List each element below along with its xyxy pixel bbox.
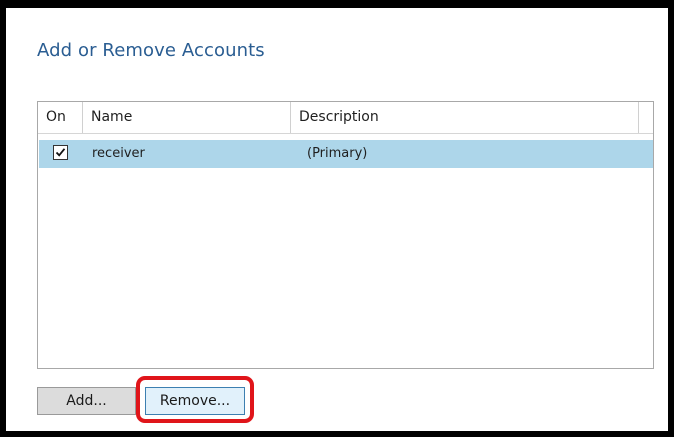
remove-button[interactable]: Remove...: [145, 387, 245, 415]
column-header-on[interactable]: On: [38, 102, 83, 133]
account-name: receiver: [92, 146, 145, 161]
account-enabled-checkbox[interactable]: [53, 145, 68, 160]
account-description: (Primary): [307, 146, 368, 161]
column-header-description[interactable]: Description: [291, 102, 639, 133]
column-header-name[interactable]: Name: [83, 102, 291, 133]
checkmark-icon: [55, 148, 66, 157]
list-header: On Name Description: [38, 102, 653, 134]
list-item[interactable]: receiver (Primary): [39, 140, 653, 168]
add-button[interactable]: Add...: [37, 387, 136, 415]
accounts-list[interactable]: On Name Description receiver (Primary): [37, 101, 654, 369]
page-title: Add or Remove Accounts: [37, 40, 265, 61]
